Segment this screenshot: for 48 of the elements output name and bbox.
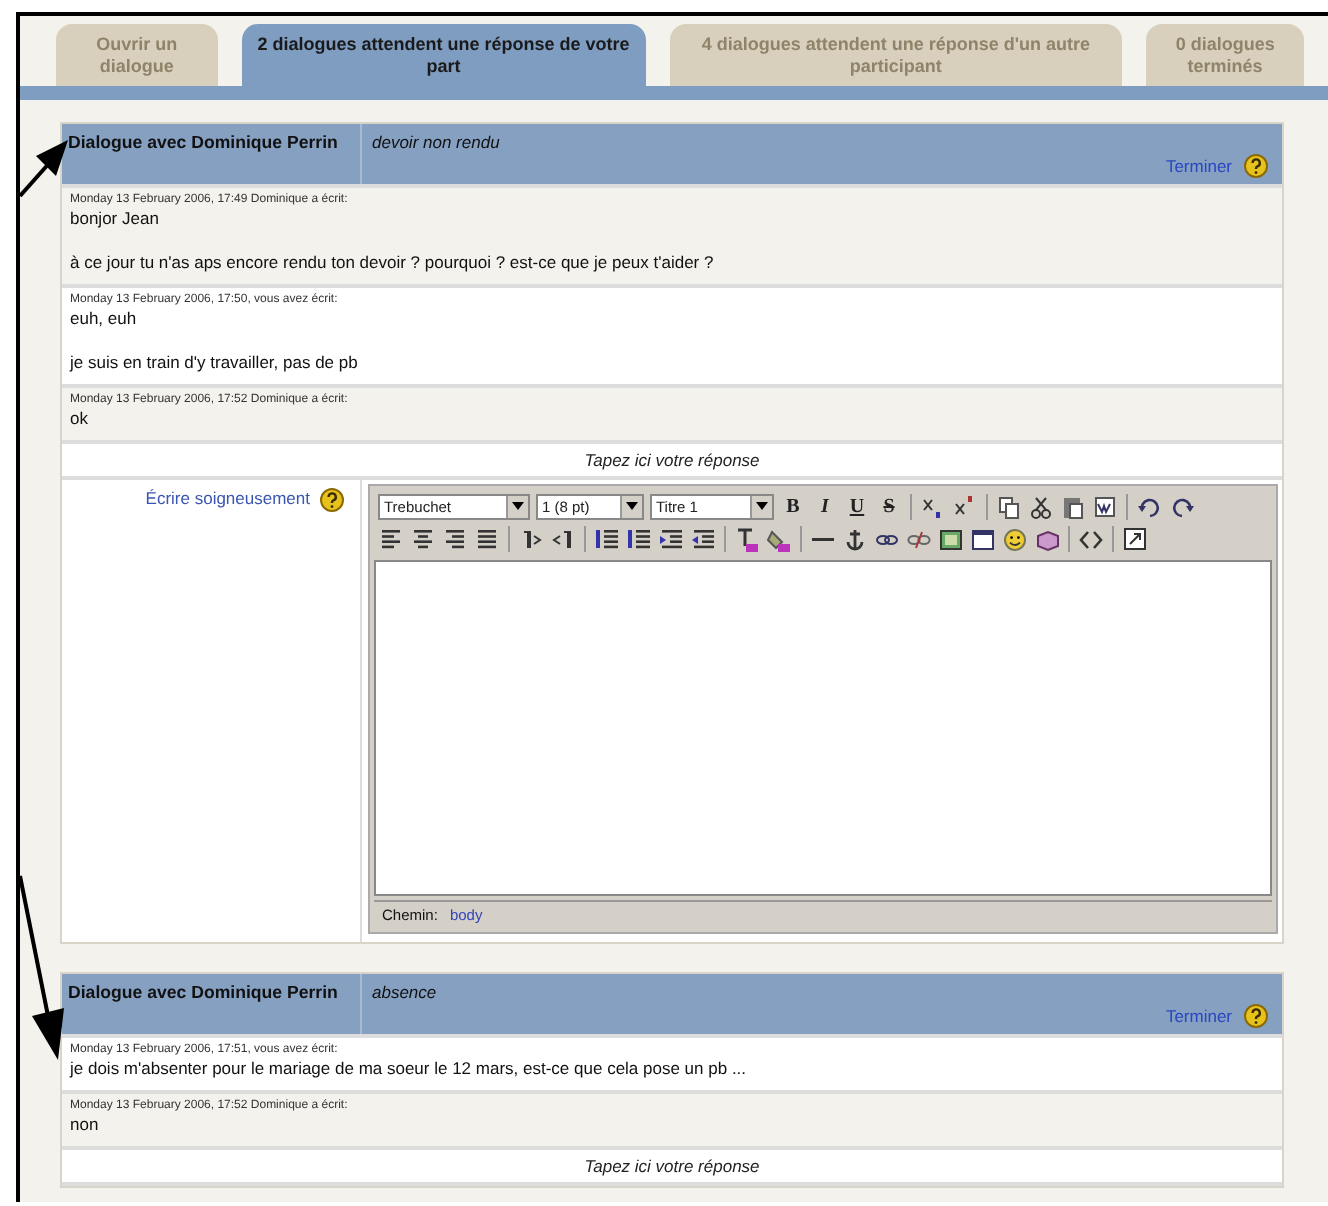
help-icon[interactable]: [1244, 1004, 1268, 1028]
numbered-list-icon[interactable]: [594, 525, 620, 551]
caret-icon: [512, 502, 524, 510]
align-right-icon[interactable]: [442, 525, 468, 551]
format-button[interactable]: B: [780, 495, 806, 517]
background-color-icon[interactable]: [766, 525, 792, 551]
message-text: euh, euh: [70, 308, 139, 330]
tab[interactable]: 2 dialogues attendent une réponse de votre part: [241, 24, 646, 86]
format-button[interactable]: U: [844, 495, 870, 517]
table-icon[interactable]: [970, 525, 996, 551]
editor-label[interactable]: Écrire soigneusement: [145, 488, 310, 508]
format-button[interactable]: S: [876, 495, 902, 517]
message-text: je suis en train d'y travailler, pas de pb: [70, 352, 360, 374]
help-icon[interactable]: [1244, 154, 1268, 178]
align-left-icon[interactable]: [378, 525, 404, 551]
fullscreen-icon[interactable]: [1122, 525, 1148, 551]
message-text: à ce jour tu n'as aps encore rendu ton devoir ? pourquoi ? est-ce que je peux t'aider ?: [70, 252, 716, 274]
dialogue-subject: devoir non rendu: [372, 132, 502, 152]
text-color-icon[interactable]: [734, 525, 760, 551]
justify-icon[interactable]: [474, 525, 500, 551]
redo-icon[interactable]: [1168, 493, 1194, 519]
message-text: je dois m'absenter pour le mariage de ma soeur le 12 mars, est-ce que cela pose un pb ...: [70, 1058, 749, 1080]
cut-icon[interactable]: [1028, 493, 1054, 519]
word-paste-icon[interactable]: [1092, 493, 1118, 519]
help-icon[interactable]: [320, 488, 344, 512]
indent-icon[interactable]: [690, 525, 716, 551]
paste-icon[interactable]: [1060, 493, 1086, 519]
message-text: non: [70, 1114, 101, 1136]
image-icon[interactable]: [938, 525, 964, 551]
bullet-list-icon[interactable]: [626, 525, 652, 551]
undo-icon[interactable]: [1136, 493, 1162, 519]
reply-prompt: Tapez ici votre réponse: [62, 444, 1282, 480]
reply-prompt: Tapez ici votre réponse: [62, 1150, 1282, 1186]
dialogue-subject: absence: [372, 982, 439, 1002]
outdent-icon[interactable]: [658, 525, 684, 551]
copy-icon[interactable]: [996, 493, 1022, 519]
format-button[interactable]: I: [812, 495, 838, 517]
message-text: bonjor Jean: [70, 208, 161, 230]
caret-icon: [626, 502, 638, 510]
align-center-icon[interactable]: [410, 525, 436, 551]
smiley-icon[interactable]: [1002, 525, 1028, 551]
message-text: ok: [70, 408, 90, 430]
caret-icon: [756, 502, 768, 510]
superscript-icon[interactable]: [952, 493, 978, 519]
special-character-icon[interactable]: [1034, 525, 1060, 551]
ltr-icon[interactable]: [518, 525, 544, 551]
anchor-icon[interactable]: [842, 525, 868, 551]
rtl-icon[interactable]: [550, 525, 576, 551]
